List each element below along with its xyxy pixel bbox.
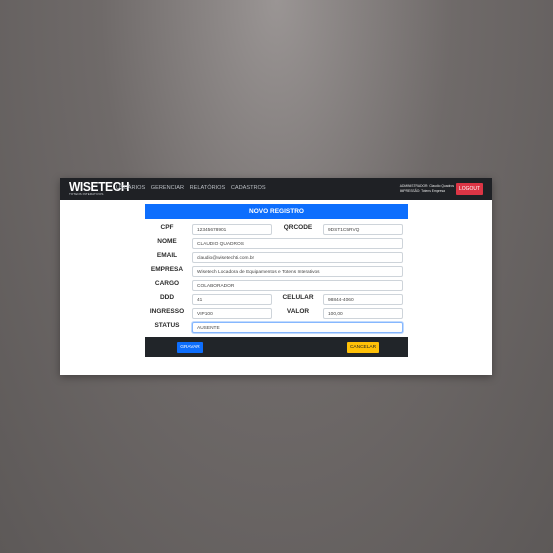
top-navbar: WISETECH TOTENS INTERATIVOS USUÁRIOS GER… bbox=[60, 178, 492, 200]
nav-item-cadastros[interactable]: CADASTROS bbox=[231, 185, 266, 191]
status-label: STATUS bbox=[154, 322, 180, 329]
brand-tagline: TOTENS INTERATIVOS bbox=[69, 192, 104, 196]
ddd-field[interactable]: 41 bbox=[192, 294, 272, 305]
cpf-field[interactable]: 12345678901 bbox=[192, 224, 272, 235]
ingresso-field[interactable]: VIP100 bbox=[192, 308, 272, 319]
logout-button[interactable]: LOGOUT bbox=[456, 183, 483, 195]
qrcode-label: QRCODE bbox=[283, 224, 313, 231]
nome-field[interactable]: CLAUDIO QUADROS bbox=[192, 238, 403, 249]
celular-label: CELULAR bbox=[282, 294, 314, 301]
cancel-button[interactable]: CANCELAR bbox=[347, 342, 379, 353]
form-title: NOVO REGISTRO bbox=[145, 204, 408, 219]
cpf-label: CPF bbox=[160, 224, 174, 231]
status-field[interactable]: AUSENTE bbox=[192, 322, 403, 333]
user-print-line: IMPRESSÃO: Totens Empresa bbox=[399, 188, 445, 193]
user-role-line: ADMINISTRADOR: Claudio Quadros bbox=[399, 184, 454, 188]
form-footer: GRAVAR CANCELAR bbox=[145, 337, 408, 357]
ingresso-label: INGRESSO bbox=[149, 308, 185, 315]
nav-item-usuarios[interactable]: USUÁRIOS bbox=[116, 185, 145, 191]
app-window: WISETECH TOTENS INTERATIVOS USUÁRIOS GER… bbox=[60, 178, 492, 375]
cargo-label: CARGO bbox=[154, 280, 180, 287]
brand-logo[interactable]: WISETECH TOTENS INTERATIVOS bbox=[69, 181, 130, 198]
nome-label: NOME bbox=[157, 238, 177, 245]
email-field[interactable]: claudio@wisetechti.com.br bbox=[192, 252, 403, 263]
nav-item-gerenciar[interactable]: GERENCIAR bbox=[151, 185, 184, 191]
empresa-field[interactable]: Wisetech Locadora de Equipamentos e Tote… bbox=[192, 266, 403, 277]
save-button[interactable]: GRAVAR bbox=[177, 342, 203, 353]
nav-menu: USUÁRIOS GERENCIAR RELATÓRIOS CADASTROS bbox=[116, 185, 270, 191]
empresa-label: EMPRESA bbox=[150, 266, 184, 273]
celular-field[interactable]: 98844-4060 bbox=[323, 294, 403, 305]
valor-field[interactable]: 100,00 bbox=[323, 308, 403, 319]
qrcode-field[interactable]: 9DST1C5RVQ bbox=[323, 224, 403, 235]
user-info: ADMINISTRADOR: Claudio Quadros IMPRESSÃO… bbox=[400, 184, 454, 193]
cargo-field[interactable]: COLABORADOR bbox=[192, 280, 403, 291]
ddd-label: DDD bbox=[159, 294, 175, 301]
nav-item-relatorios[interactable]: RELATÓRIOS bbox=[190, 185, 226, 191]
new-record-form: NOVO REGISTRO CPF 12345678901 QRCODE 9DS… bbox=[145, 204, 408, 357]
email-label: EMAIL bbox=[156, 252, 178, 259]
valor-label: VALOR bbox=[286, 308, 310, 315]
